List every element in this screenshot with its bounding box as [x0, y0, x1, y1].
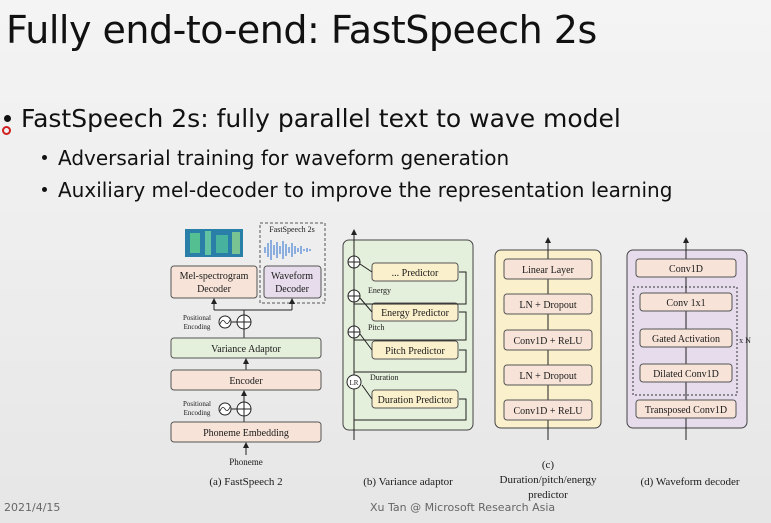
- architecture-figure: FastSpeech 2s Mel-spectrogram Decoder Wa…: [170, 222, 751, 501]
- layer-label: Conv1D + ReLU: [514, 336, 584, 347]
- layer-label: Conv1D + ReLU: [514, 406, 584, 417]
- pitch-side-label: Pitch: [368, 323, 384, 332]
- energy-predictor-label: Energy Predictor: [381, 308, 450, 319]
- panel-c-predictor: Conv1D + ReLU LN + Dropout Conv1D + ReLU…: [494, 237, 602, 501]
- layer-label: LN + Dropout: [519, 300, 577, 311]
- fs2s-label: FastSpeech 2s: [269, 225, 315, 234]
- duration-predictor-label: Duration Predictor: [378, 395, 453, 406]
- wave-decoder-label-2: Decoder: [275, 284, 310, 295]
- duration-side-label: Duration: [370, 373, 398, 382]
- layer-label: Gated Activation: [652, 334, 720, 345]
- caption-c-1: (c): [542, 459, 555, 471]
- panel-a-fastspeech2: FastSpeech 2s Mel-spectrogram Decoder Wa…: [170, 222, 326, 488]
- layer-label: Conv1D: [669, 264, 703, 275]
- wave-decoder-label-1: Waveform: [271, 271, 313, 282]
- pos-enc-label-1: Positional: [183, 314, 211, 322]
- panel-b-variance-adaptor: LR Duration Predictor Pitch Predictor En…: [342, 229, 474, 488]
- caption-d: (d) Waveform decoder: [640, 476, 739, 488]
- encoder-label: Encoder: [229, 376, 263, 387]
- other-predictor-label: ... Predictor: [392, 268, 439, 279]
- pos-enc-label-2: Encoding: [184, 409, 211, 417]
- pos-enc-label-2: Encoding: [184, 323, 211, 331]
- layer-label: LN + Dropout: [519, 371, 577, 382]
- waveform-image: [264, 240, 311, 260]
- phoneme-input-label: Phoneme: [229, 457, 263, 467]
- panel-d-waveform-decoder: x N Transposed Conv1D Dilated Conv1D Gat…: [626, 237, 751, 488]
- energy-side-label: Energy: [368, 286, 391, 295]
- mel-decoder-label-2: Decoder: [197, 284, 232, 295]
- repeat-label: x N: [739, 336, 751, 345]
- layer-label: Conv 1x1: [666, 298, 705, 309]
- lr-label: LR: [350, 379, 359, 387]
- caption-c-3: predictor: [528, 489, 568, 501]
- layer-label: Dilated Conv1D: [653, 369, 719, 380]
- caption-a: (a) FastSpeech 2: [209, 476, 282, 488]
- phoneme-embedding-label: Phoneme Embedding: [203, 428, 289, 439]
- pos-enc-label-1: Positional: [183, 400, 211, 408]
- variance-adaptor-label: Variance Adaptor: [211, 344, 281, 355]
- mel-decoder-label-1: Mel-spectrogram: [180, 271, 249, 282]
- slide-author: Xu Tan @ Microsoft Research Asia: [370, 501, 556, 514]
- caption-c-2: Duration/pitch/energy: [500, 474, 597, 486]
- slide-date: 2021/4/15: [4, 501, 61, 514]
- layer-label: Transposed Conv1D: [645, 405, 727, 416]
- caption-b: (b) Variance adaptor: [363, 476, 453, 488]
- pitch-predictor-label: Pitch Predictor: [385, 346, 445, 357]
- layer-label: Linear Layer: [522, 265, 575, 276]
